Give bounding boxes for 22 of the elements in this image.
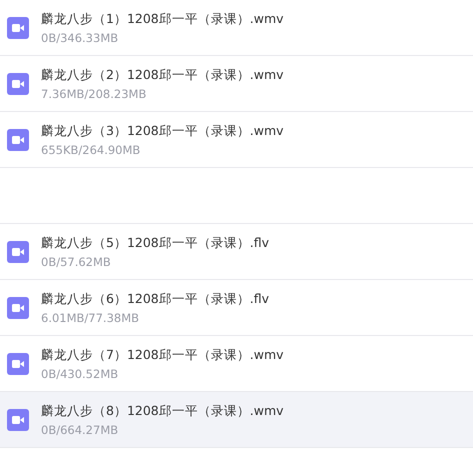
file-name: 麟龙八步（5）1208邱一平（录课）.flv <box>41 234 270 252</box>
download-progress: 0B/346.33MB <box>41 30 120 44</box>
video-file-icon <box>7 240 29 262</box>
video-file-icon <box>7 16 29 38</box>
download-progress: 0B/430.52MB <box>41 366 120 380</box>
video-file-icon <box>7 352 29 374</box>
video-file-icon <box>7 72 29 94</box>
download-progress: 0B/57.62MB <box>41 254 112 268</box>
file-name: 麟龙八步（8）1208邱一平（录课）.wmv <box>41 402 284 420</box>
file-name: 麟龙八步（1）1208邱一平（录课）.wmv <box>41 10 284 28</box>
video-file-icon <box>7 128 29 150</box>
download-progress: 7.36MB/208.23MB <box>41 86 148 100</box>
video-file-icon <box>7 296 29 318</box>
file-name: 麟龙八步（2）1208邱一平（录课）.wmv <box>41 66 284 84</box>
file-name: 麟龙八步（6）1208邱一平（录课）.flv <box>41 290 270 308</box>
download-progress: 6.01MB/77.38MB <box>41 310 140 324</box>
file-name: 麟龙八步（7）1208邱一平（录课）.wmv <box>41 346 284 364</box>
file-name: 麟龙八步（3）1208邱一平（录课）.wmv <box>41 122 284 140</box>
download-progress: 0B/664.27MB <box>41 422 120 436</box>
download-progress: 655KB/264.90MB <box>41 142 142 156</box>
file-row[interactable]: 麟龙八步（8）1208邱一平（录课）.wmv 0B/664.27MB <box>0 392 473 448</box>
video-file-icon <box>7 408 29 430</box>
